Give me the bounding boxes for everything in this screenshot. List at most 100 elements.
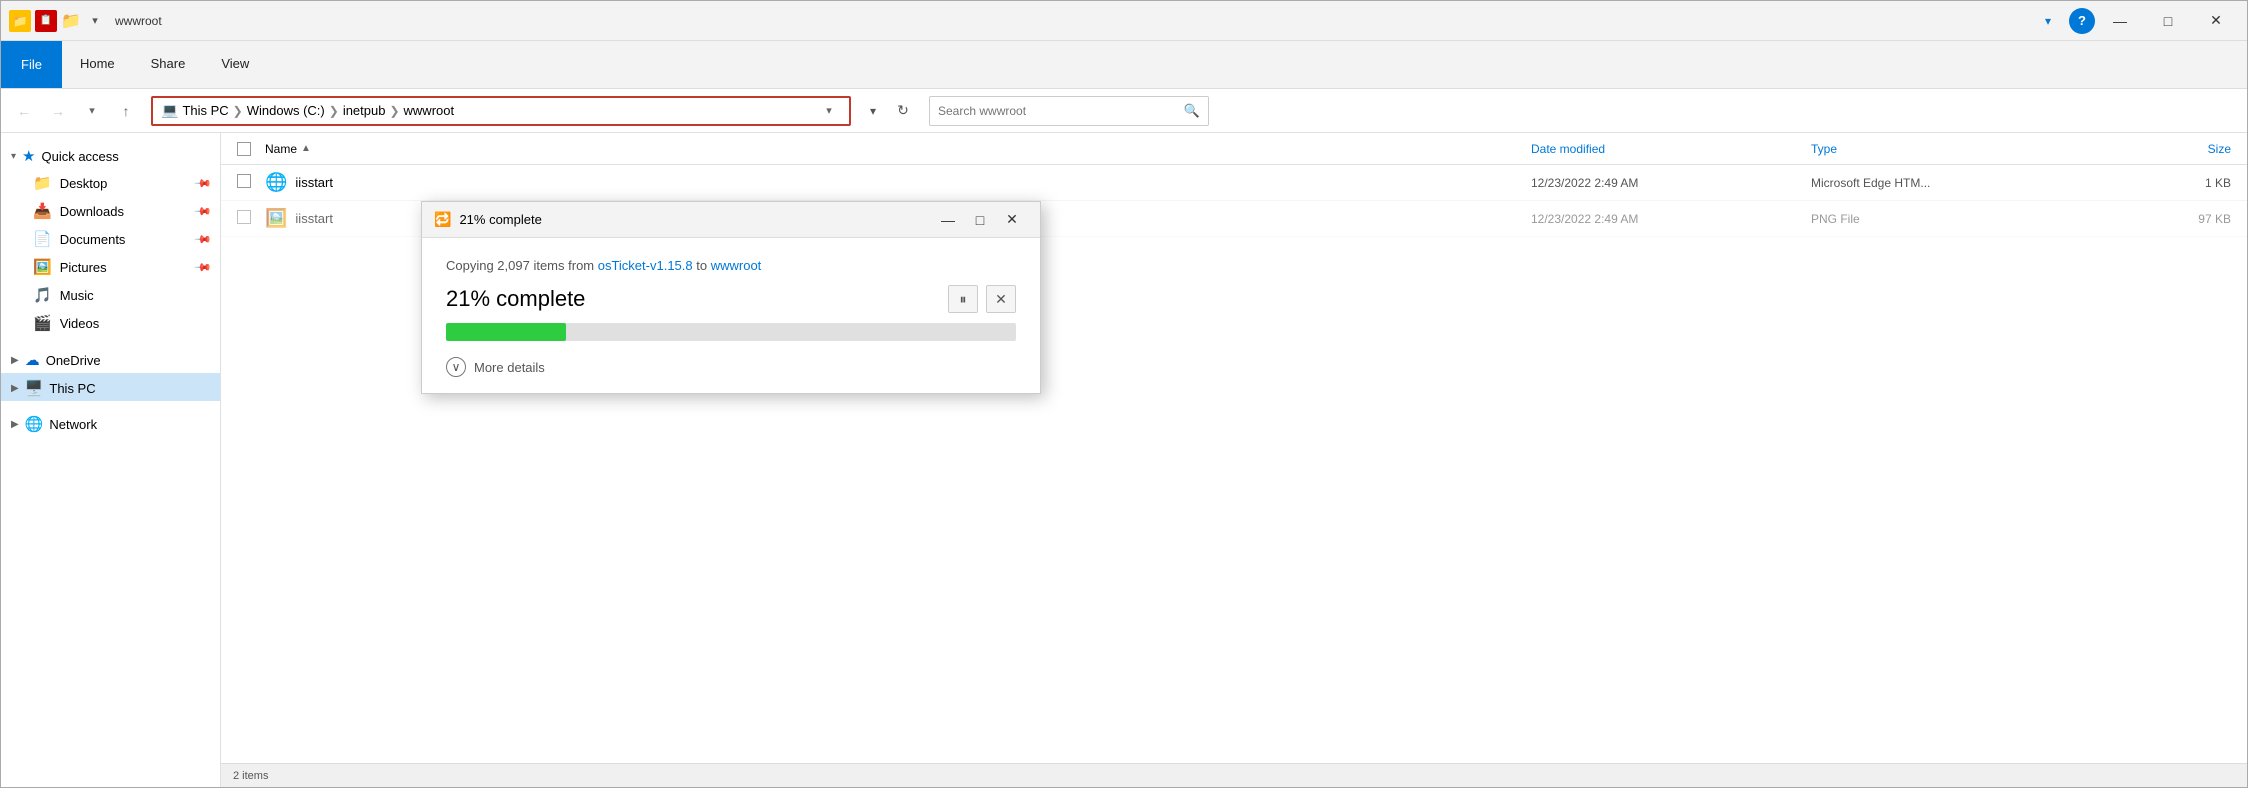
- copy-dest-link[interactable]: wwwroot: [711, 258, 762, 273]
- sidebar-desktop-label: Desktop: [60, 176, 108, 191]
- sidebar: ▾ ★ Quick access 📁 Desktop 📌 📥 Downloads…: [1, 133, 221, 787]
- row1-file-icon: 🌐: [265, 172, 287, 193]
- dialog-more-details[interactable]: ∨ More details: [446, 357, 1016, 377]
- sidebar-network[interactable]: ▶ 🌐 Network: [1, 409, 220, 437]
- dialog-minimize-btn[interactable]: —: [932, 206, 964, 234]
- dialog-copy-icon: 🔁: [434, 211, 451, 228]
- breadcrumb: 💻 This PC ❯ Windows (C:) ❯ inetpub ❯ www…: [151, 96, 851, 126]
- minimize-button[interactable]: —: [2097, 5, 2143, 37]
- sidebar-item-videos[interactable]: 🎬 Videos: [1, 309, 220, 337]
- tab-home[interactable]: Home: [62, 41, 133, 88]
- col-header-name[interactable]: Name ▲: [265, 142, 1531, 156]
- thispc-chevron: ▶: [11, 383, 19, 394]
- close-button[interactable]: ✕: [2193, 5, 2239, 37]
- ribbon-collapse-btn[interactable]: ▾: [2033, 5, 2063, 37]
- dialog-maximize-btn[interactable]: □: [964, 206, 996, 234]
- sidebar-item-music[interactable]: 🎵 Music: [1, 281, 220, 309]
- onedrive-icon: ☁: [25, 351, 40, 369]
- title-bar-icons: 📁 📋 📁 ▾: [9, 10, 105, 32]
- sidebar-music-label: Music: [60, 288, 94, 303]
- toolbar-pin-icon: 📋: [35, 10, 57, 32]
- help-button[interactable]: ?: [2069, 8, 2095, 34]
- dialog-pause-btn[interactable]: ⏸: [948, 285, 978, 313]
- select-all-checkbox[interactable]: [237, 142, 251, 156]
- breadcrumb-thispc[interactable]: This PC: [182, 103, 228, 118]
- sidebar-item-documents[interactable]: 📄 Documents 📌: [1, 225, 220, 253]
- row1-check[interactable]: [237, 174, 251, 188]
- row2-date: 12/23/2022 2:49 AM: [1531, 212, 1811, 226]
- documents-pin-icon: 📌: [194, 230, 213, 249]
- row2-check[interactable]: [237, 210, 251, 224]
- column-headers: Name ▲ Date modified Type Size: [221, 133, 2247, 165]
- row1-date: 12/23/2022 2:49 AM: [1531, 176, 1811, 190]
- breadcrumb-sep-3: ❯: [389, 104, 399, 118]
- downloads-pin-icon: 📌: [194, 202, 213, 221]
- tab-view[interactable]: View: [203, 41, 267, 88]
- breadcrumb-sep-1: ❯: [233, 104, 243, 118]
- sidebar-item-downloads[interactable]: 📥 Downloads 📌: [1, 197, 220, 225]
- col-header-type[interactable]: Type: [1811, 142, 2071, 156]
- network-icon: 🌐: [25, 415, 44, 433]
- breadcrumb-sep-2: ❯: [329, 104, 339, 118]
- window-title: wwwroot: [115, 14, 2033, 28]
- breadcrumb-wwwroot[interactable]: wwwroot: [404, 103, 455, 118]
- sidebar-network-label: Network: [49, 417, 97, 432]
- up-button[interactable]: ↑: [111, 96, 141, 126]
- more-details-label: More details: [474, 360, 545, 375]
- sidebar-thispc-label: This PC: [49, 381, 95, 396]
- col-header-date[interactable]: Date modified: [1531, 142, 1811, 156]
- row2-size: 97 KB: [2071, 212, 2231, 226]
- sidebar-pictures-label: Pictures: [60, 260, 107, 275]
- copy-dialog: 🔁 21% complete — □ ✕ Copying 2,097 items…: [421, 201, 1041, 394]
- details-expand-icon: ∨: [446, 357, 466, 377]
- downloads-folder-icon: 📥: [33, 202, 52, 220]
- main-content: ▾ ★ Quick access 📁 Desktop 📌 📥 Downloads…: [1, 133, 2247, 787]
- header-checkbox[interactable]: [237, 142, 265, 156]
- sidebar-downloads-label: Downloads: [60, 204, 124, 219]
- sidebar-onedrive-label: OneDrive: [46, 353, 101, 368]
- toolbar-dropdown-arrow[interactable]: ▾: [85, 11, 105, 31]
- row1-size: 1 KB: [2071, 176, 2231, 190]
- sidebar-videos-label: Videos: [60, 316, 100, 331]
- sidebar-item-pictures[interactable]: 🖼️ Pictures 📌: [1, 253, 220, 281]
- music-folder-icon: 🎵: [33, 286, 52, 304]
- dialog-cancel-btn[interactable]: ✕: [986, 285, 1016, 313]
- refresh-button[interactable]: ↻: [889, 97, 917, 125]
- sidebar-item-desktop[interactable]: 📁 Desktop 📌: [1, 169, 220, 197]
- quick-access-icon: 📁: [9, 10, 31, 32]
- breadcrumb-inetpub[interactable]: inetpub: [343, 103, 386, 118]
- dropdown-recent-button[interactable]: ▾: [77, 96, 107, 126]
- search-icon[interactable]: 🔍: [1184, 103, 1200, 119]
- quick-access-star-icon: ★: [22, 147, 35, 165]
- search-input[interactable]: [938, 104, 1178, 118]
- videos-folder-icon: 🎬: [33, 314, 52, 332]
- tab-share[interactable]: Share: [133, 41, 204, 88]
- row2-type: PNG File: [1811, 212, 2071, 226]
- row2-checkbox[interactable]: [237, 210, 265, 227]
- breadcrumb-dropdown[interactable]: ▾: [817, 96, 841, 126]
- dialog-close-btn[interactable]: ✕: [996, 206, 1028, 234]
- progress-bar-container: [446, 323, 1016, 341]
- back-button[interactable]: ←: [9, 96, 39, 126]
- forward-button[interactable]: →: [43, 96, 73, 126]
- table-row[interactable]: 🌐 iisstart 12/23/2022 2:49 AM Microsoft …: [221, 165, 2247, 201]
- col-name-label: Name: [265, 142, 297, 156]
- status-text: 2 items: [233, 770, 268, 782]
- tab-file[interactable]: File: [1, 41, 62, 88]
- col-header-size[interactable]: Size: [2071, 142, 2231, 156]
- copy-source-link[interactable]: osTicket-v1.15.8: [598, 258, 693, 273]
- ribbon: File Home Share View: [1, 41, 2247, 89]
- nav-bar: ← → ▾ ↑ 💻 This PC ❯ Windows (C:) ❯ inetp…: [1, 89, 2247, 133]
- breadcrumb-drive[interactable]: Windows (C:): [247, 103, 325, 118]
- sidebar-this-pc[interactable]: ▶ 🖥️ This PC: [1, 373, 220, 401]
- dialog-body: Copying 2,097 items from osTicket-v1.15.…: [422, 238, 1040, 393]
- row2-file-icon: 🖼️: [265, 208, 287, 229]
- row1-checkbox[interactable]: [237, 174, 265, 191]
- status-bar: 2 items: [221, 763, 2247, 787]
- address-dropdown-btn[interactable]: ▾: [861, 96, 885, 126]
- maximize-button[interactable]: □: [2145, 5, 2191, 37]
- onedrive-chevron: ▶: [11, 355, 19, 366]
- sidebar-section-quick-access[interactable]: ▾ ★ Quick access: [1, 141, 220, 169]
- sidebar-documents-label: Documents: [60, 232, 126, 247]
- sidebar-onedrive[interactable]: ▶ ☁ OneDrive: [1, 345, 220, 373]
